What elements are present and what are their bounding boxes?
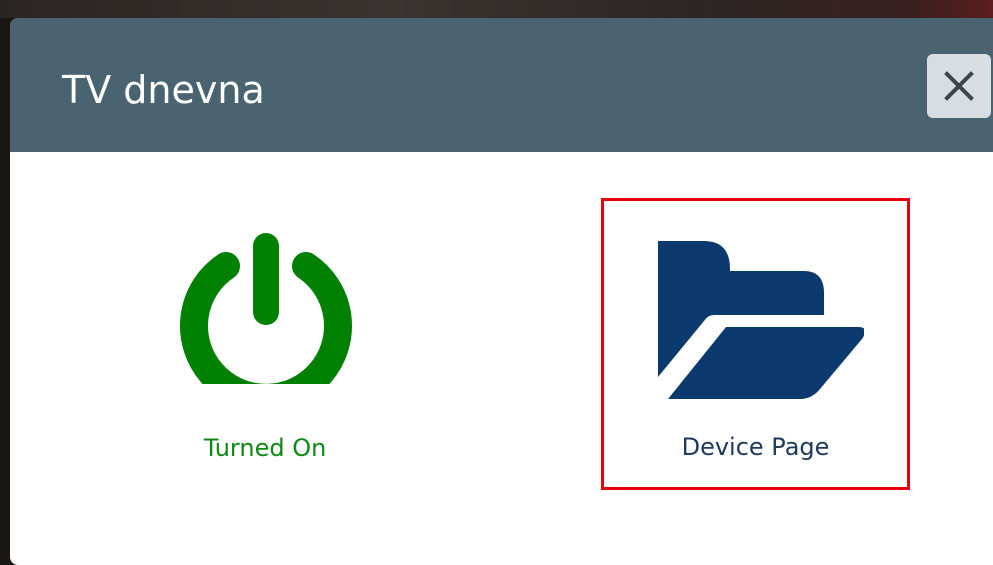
power-toggle-button[interactable]: Turned On: [150, 200, 380, 490]
close-button[interactable]: [927, 54, 991, 118]
device-dialog: TV dnevna Turned On Device Page: [10, 18, 993, 565]
device-page-button[interactable]: Device Page: [601, 198, 910, 490]
folder-open-icon: [658, 241, 864, 399]
power-icon: [180, 233, 352, 384]
device-page-label: Device Page: [681, 433, 830, 461]
power-status-label: Turned On: [203, 434, 327, 462]
dialog-title: TV dnevna: [62, 68, 265, 112]
close-icon: [944, 71, 974, 101]
background-strip: [0, 0, 993, 18]
dialog-header: TV dnevna: [10, 18, 993, 152]
